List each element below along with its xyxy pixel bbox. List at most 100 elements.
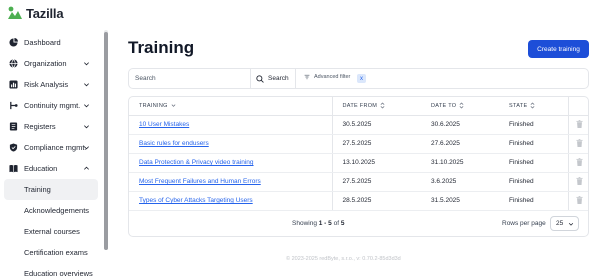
sidebar-item-dashboard[interactable]: Dashboard xyxy=(0,32,104,53)
training-name-link[interactable]: Types of Cyber Attacks Targeting Users xyxy=(129,191,332,211)
shield-icon xyxy=(9,143,18,152)
trash-icon xyxy=(576,119,583,128)
sidebar-item-organization[interactable]: Organization xyxy=(0,53,104,74)
sort-icon xyxy=(530,102,535,109)
date-from-cell: 30.5.2025 xyxy=(331,115,421,135)
advanced-filter-button[interactable]: Advanced filter xyxy=(304,74,350,80)
column-header-date-from[interactable]: DATE FROM xyxy=(331,97,421,116)
date-to-cell: 31.5.2025 xyxy=(421,191,499,211)
column-header-actions xyxy=(567,97,588,116)
state-cell: Finished xyxy=(499,191,568,211)
chevron-up-icon xyxy=(84,166,89,170)
sidebar-subitem-training[interactable]: Training xyxy=(4,179,98,200)
main-content: Training Create training Search Advanced… xyxy=(111,0,605,278)
pagination-range: 1 - 5 xyxy=(318,220,332,227)
delete-button[interactable] xyxy=(567,172,588,192)
training-name-link[interactable]: Data Protection & Privacy video training xyxy=(129,153,332,173)
rows-per-page-select[interactable]: 25 xyxy=(550,216,579,231)
page-title: Training xyxy=(128,38,195,57)
date-from-cell: 13.10.2025 xyxy=(331,153,421,173)
search-button-label: Search xyxy=(268,75,289,82)
copyright-footer: © 2023-2025 redByte, s.r.o., v: 0.70.2-8… xyxy=(286,256,401,262)
sidebar-item-label: Registers xyxy=(24,122,56,131)
search-button[interactable]: Search xyxy=(250,69,296,88)
chevron-down-icon xyxy=(84,104,89,108)
table-row[interactable]: Most Frequent Failures and Human Errors … xyxy=(129,172,588,192)
search-input[interactable] xyxy=(130,70,248,87)
column-header-date-to[interactable]: DATE TO xyxy=(421,97,499,116)
delete-button[interactable] xyxy=(567,191,588,211)
sidebar-item-label: Dashboard xyxy=(24,38,61,47)
table-row[interactable]: Data Protection & Privacy video training… xyxy=(129,153,588,173)
create-training-button[interactable]: Create training xyxy=(528,40,589,58)
delete-button[interactable] xyxy=(567,134,588,154)
state-cell: Finished xyxy=(499,172,568,192)
sidebar-item-risk-analysis[interactable]: Risk Analysis xyxy=(0,74,104,95)
flow-icon xyxy=(9,101,18,110)
trash-icon xyxy=(576,176,583,185)
rows-per-page-value: 25 xyxy=(556,220,564,227)
sidebar-item-continuity-mgmt[interactable]: Continuity mgmt. xyxy=(0,95,104,116)
app-name: Tazilla xyxy=(26,5,64,21)
sidebar-item-registers[interactable]: Registers xyxy=(0,116,104,137)
trash-icon xyxy=(576,195,583,204)
date-from-cell: 27.5.2025 xyxy=(331,172,421,192)
training-name-link[interactable]: Basic rules for endusers xyxy=(129,134,332,154)
table-row[interactable]: Types of Cyber Attacks Targeting Users 2… xyxy=(129,191,588,211)
chevron-down-icon xyxy=(84,83,89,87)
date-to-cell: 27.6.2025 xyxy=(421,134,499,154)
advanced-filter-label: Advanced filter xyxy=(314,74,351,80)
table-footer: Showing 1 - 5 of 5 Rows per page 25 xyxy=(129,211,588,236)
sidebar-item-label: Education xyxy=(24,164,58,173)
date-to-cell: 31.10.2025 xyxy=(421,153,499,173)
sidebar-scrollbar[interactable] xyxy=(104,30,108,250)
sidebar-subitem-label: Education overviews xyxy=(24,269,93,278)
date-from-cell: 28.5.2025 xyxy=(331,191,421,211)
sidebar-item-label: Continuity mgmt. xyxy=(24,101,81,110)
sidebar-subitem-acknowledgements[interactable]: Acknowledgements xyxy=(0,200,104,221)
column-header-training[interactable]: TRAINING xyxy=(129,97,332,116)
tazilla-logo-icon xyxy=(8,6,22,19)
sidebar-item-compliance-mgmt[interactable]: Compliance mgmt. xyxy=(0,137,104,158)
trash-icon xyxy=(576,138,583,147)
date-to-cell: 3.6.2025 xyxy=(421,172,499,192)
sort-icon xyxy=(380,102,385,109)
book-icon xyxy=(9,164,18,173)
training-name-link[interactable]: 10 User Mistakes xyxy=(129,115,332,135)
app-logo[interactable]: Tazilla xyxy=(7,5,64,21)
sidebar-item-label: Organization xyxy=(24,59,67,68)
sort-icon xyxy=(459,102,464,109)
sidebar-subitem-education-overviews[interactable]: Education overviews xyxy=(0,263,104,278)
state-cell: Finished xyxy=(499,134,568,154)
sidebar-item-label: Compliance mgmt. xyxy=(24,143,87,152)
training-table: TRAINING DATE FROM DATE TO STATE 10 User… xyxy=(128,96,589,237)
table-row[interactable]: 10 User Mistakes 30.5.2025 30.6.2025 Fin… xyxy=(129,115,588,135)
sidebar: Tazilla Dashboard Organization Risk Anal… xyxy=(0,0,111,278)
pagination-total: 5 xyxy=(340,220,345,227)
sidebar-item-label: Risk Analysis xyxy=(24,80,69,89)
sidebar-subitem-label: Training xyxy=(24,185,51,194)
globe-icon xyxy=(9,59,18,68)
sidebar-item-education[interactable]: Education xyxy=(0,158,104,179)
sidebar-subitem-external-courses[interactable]: External courses xyxy=(0,221,104,242)
search-icon xyxy=(256,74,264,83)
clear-filter-badge[interactable]: x xyxy=(357,74,366,83)
sidebar-scroll-thumb[interactable] xyxy=(104,32,108,250)
main-nav: Dashboard Organization Risk Analysis Con… xyxy=(0,32,104,278)
rows-per-page-label: Rows per page xyxy=(502,220,546,227)
delete-button[interactable] xyxy=(567,115,588,135)
date-from-cell: 27.5.2025 xyxy=(331,134,421,154)
table-row[interactable]: Basic rules for endusers 27.5.2025 27.6.… xyxy=(129,134,588,154)
column-header-state[interactable]: STATE xyxy=(499,97,568,116)
sidebar-subitem-label: External courses xyxy=(24,227,80,236)
chevron-down-icon xyxy=(84,125,89,129)
chevron-down-icon xyxy=(84,146,89,150)
state-cell: Finished xyxy=(499,153,568,173)
filter-icon xyxy=(304,74,310,80)
training-name-link[interactable]: Most Frequent Failures and Human Errors xyxy=(129,172,332,192)
sidebar-subitem-certification-exams[interactable]: Certification exams xyxy=(0,242,104,263)
pagination-summary: Showing 1 - 5 of 5 xyxy=(292,220,345,227)
sort-down-icon xyxy=(171,104,176,107)
delete-button[interactable] xyxy=(567,153,588,173)
bar-chart-icon xyxy=(9,80,18,89)
